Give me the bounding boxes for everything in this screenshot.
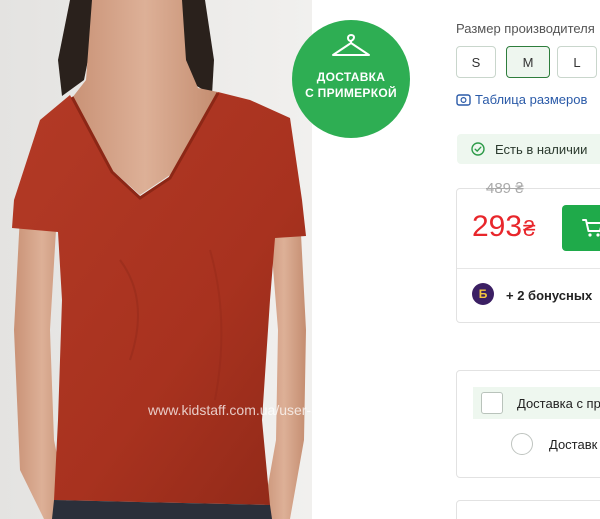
delivery-option-fitting[interactable]: Доставка с пр [473, 387, 600, 419]
size-label: Размер производителя [456, 21, 595, 36]
delivery-option-fitting-label: Доставка с пр [517, 395, 600, 411]
product-photo-illustration [0, 0, 312, 519]
product-photo[interactable]: www.kidstaff.com.ua/user-850463.html [0, 0, 312, 519]
photo-watermark: www.kidstaff.com.ua/user-850463.html [148, 402, 312, 418]
check-circle-icon [471, 142, 485, 156]
delivery-standard-radio[interactable] [511, 433, 533, 455]
size-table-icon [456, 93, 471, 106]
add-to-cart-button[interactable] [562, 205, 600, 251]
product-page: www.kidstaff.com.ua/user-850463.html ДОС… [0, 0, 600, 519]
current-price-value: 293 [472, 210, 523, 243]
cart-icon [582, 219, 600, 237]
next-card [456, 500, 600, 519]
size-option-m[interactable]: M [506, 46, 550, 78]
bonus-icon: Б [472, 283, 494, 305]
badge-text-line1: ДОСТАВКА [316, 70, 386, 84]
size-option-s[interactable]: S [456, 46, 496, 78]
size-table-label: Таблица размеров [475, 92, 588, 107]
price-divider [457, 268, 600, 269]
stock-status: Есть в наличии [457, 134, 600, 164]
delivery-option-standard[interactable]: Доставк [511, 433, 597, 455]
delivery-with-fitting-badge: ДОСТАВКА С ПРИМЕРКОЙ [292, 20, 410, 138]
current-price: 293₴ [472, 210, 535, 244]
delivery-option-standard-label: Доставк [549, 436, 598, 452]
size-table-link[interactable]: Таблица размеров [456, 92, 587, 107]
old-price: 489 ₴ [486, 180, 524, 197]
currency-symbol: ₴ [523, 216, 536, 241]
size-option-l[interactable]: L [557, 46, 597, 78]
stock-status-text: Есть в наличии [495, 141, 588, 157]
hanger-icon [332, 34, 370, 56]
badge-text-line2: С ПРИМЕРКОЙ [305, 86, 397, 100]
delivery-fitting-checkbox[interactable] [481, 392, 503, 414]
bonus-text: + 2 бонусных [506, 288, 593, 303]
